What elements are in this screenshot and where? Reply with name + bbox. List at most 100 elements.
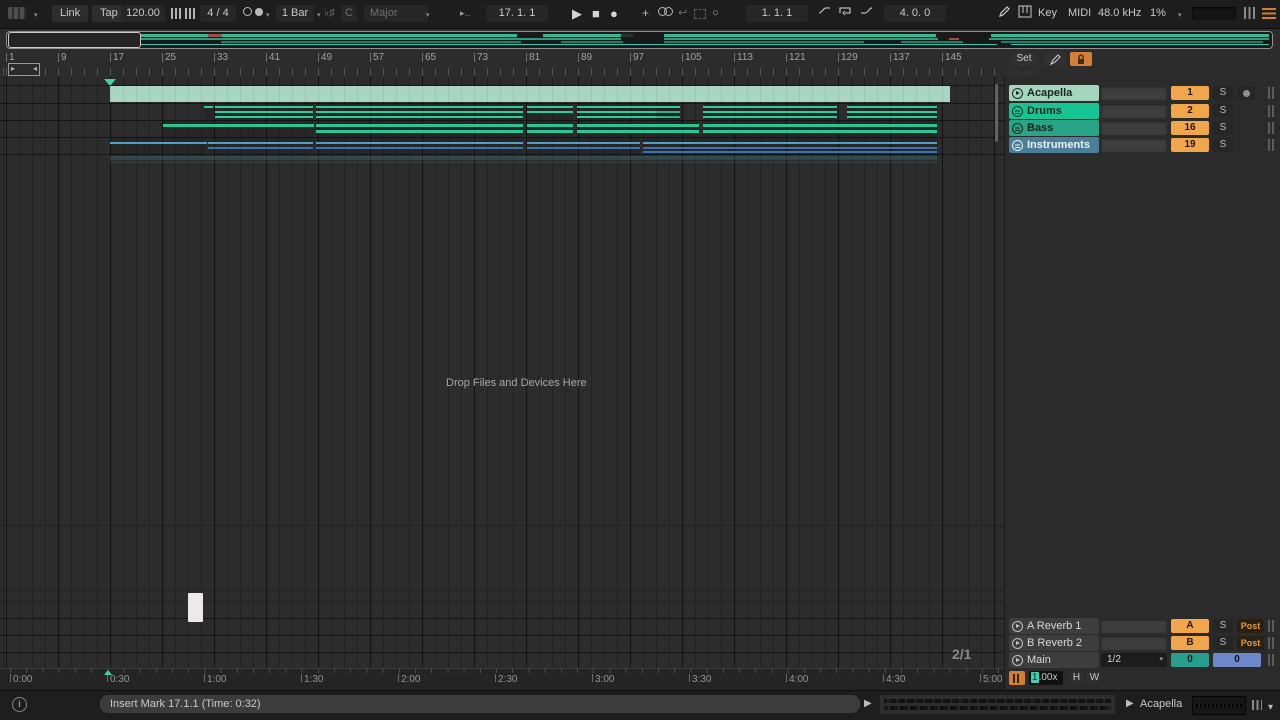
arrangement-area[interactable]: Drop Files and Devices Here 2/1 — [0, 76, 1004, 668]
marquee-select-icon[interactable] — [694, 5, 706, 22]
mixer-view-button[interactable] — [1009, 671, 1025, 685]
track-name-box[interactable]: Drums — [1009, 103, 1099, 119]
arrangement-lock-button[interactable] — [1070, 52, 1092, 66]
track-solo-button[interactable]: S — [1213, 138, 1233, 152]
scale-caret-icon[interactable]: ▾ — [426, 7, 430, 24]
track-number-badge[interactable]: 19 — [1171, 138, 1209, 152]
vertical-scrollbar[interactable] — [995, 84, 998, 142]
track-fader-box[interactable] — [1101, 121, 1167, 135]
punch-out-icon[interactable] — [860, 5, 873, 22]
clip-preview-play-icon[interactable]: ▶ — [1126, 698, 1134, 709]
track-solo-button[interactable]: S — [1213, 121, 1233, 135]
window-grip-icon[interactable] — [8, 5, 26, 22]
clip-drums[interactable] — [316, 104, 523, 120]
status-caret-icon[interactable]: ▾ — [1268, 702, 1273, 713]
track-fader-box[interactable] — [1101, 138, 1167, 152]
loop-region-icon[interactable] — [838, 5, 852, 22]
clip-instruments[interactable] — [643, 138, 937, 154]
clip-drums[interactable] — [204, 104, 213, 120]
return-badge[interactable]: A — [1171, 619, 1209, 633]
clip-acapella[interactable] — [110, 86, 950, 102]
return-fader-box[interactable] — [1101, 619, 1167, 633]
track-name-box[interactable]: Instruments — [1009, 137, 1099, 153]
draw-mode-plus-icon[interactable]: + — [642, 5, 649, 22]
loop-start-field[interactable]: 1. 1. 1 — [746, 5, 808, 22]
scale-name-menu[interactable]: Major — [364, 5, 428, 22]
back-to-arrangement-icon[interactable]: ↩ — [678, 5, 687, 22]
clip-bass[interactable] — [163, 121, 314, 137]
return-badge[interactable]: B — [1171, 636, 1209, 650]
track-solo-button[interactable]: S — [1213, 104, 1233, 118]
play-button[interactable]: ▶ — [572, 5, 582, 22]
clip-bass[interactable] — [577, 121, 699, 137]
track-number-badge[interactable]: 2 — [1171, 104, 1209, 118]
main-routing-menu[interactable]: 1/2 ▾ — [1101, 653, 1167, 667]
clip-drums[interactable] — [215, 104, 313, 120]
metronome-caret-icon[interactable]: ▾ — [266, 7, 270, 24]
cpu-load-meter[interactable]: 1% — [1150, 5, 1166, 22]
zoom-level-field[interactable]: 1.00x — [1029, 671, 1063, 685]
clip-instruments[interactable] — [208, 138, 313, 154]
track-number-badge[interactable]: 1 — [1171, 86, 1209, 100]
quantize-menu[interactable]: 1 Bar — [276, 5, 314, 22]
track-height-button[interactable]: H — [1069, 671, 1084, 685]
return-post-button[interactable]: Post — [1237, 619, 1264, 633]
scale-icon[interactable]: ♭♯ — [324, 5, 335, 22]
track-fader-box[interactable] — [1101, 86, 1167, 100]
track-width-button[interactable]: W — [1087, 671, 1102, 685]
follow-button[interactable]: ▸‥ — [460, 5, 471, 22]
return-post-button[interactable]: Post — [1237, 636, 1264, 650]
scale-root-field[interactable]: C — [341, 5, 357, 22]
track-number-badge[interactable]: 16 — [1171, 121, 1209, 135]
return-name-box[interactable]: A Reverb 1 — [1009, 618, 1099, 634]
preview-clip-thumbnail[interactable] — [1192, 696, 1246, 715]
main-level[interactable]: 0 — [1213, 653, 1261, 667]
clip-drums[interactable] — [847, 104, 937, 120]
arrangement-position-field[interactable]: 17. 1. 1 — [486, 5, 548, 22]
time-ruler[interactable]: 0:00 0:30 1:00 1:30 2:00 2:30 3:00 3:30 4:00 4:30… — [0, 668, 1004, 691]
clip-bass[interactable] — [527, 121, 573, 137]
preview-clip-name[interactable]: Acapella — [1140, 698, 1182, 710]
return-fader-box[interactable] — [1101, 636, 1167, 650]
preview-play-icon[interactable]: ▶ — [864, 698, 872, 709]
track-solo-button[interactable]: S — [1213, 86, 1233, 100]
cpu-caret-icon[interactable]: ▾ — [1178, 7, 1182, 24]
loop-brace[interactable]: ▸ ◂ — [8, 63, 40, 76]
track-fader-box[interactable] — [1101, 104, 1167, 118]
set-marker-button[interactable]: Set — [1010, 52, 1038, 66]
return-solo-button[interactable]: S — [1213, 636, 1233, 650]
clip-bass[interactable] — [703, 121, 937, 137]
key-map-button[interactable]: Key — [1038, 5, 1057, 22]
track-name-box[interactable]: Acapella — [1009, 85, 1099, 101]
nudge-down-icon[interactable] — [171, 5, 182, 22]
loop-toggle-icon[interactable]: ○ — [712, 5, 719, 22]
clip-instruments[interactable] — [527, 138, 640, 154]
arrangement-overview[interactable] — [6, 31, 1273, 49]
metronome-icon[interactable] — [243, 5, 263, 22]
link-button[interactable]: Link — [52, 5, 89, 22]
preview-waveform[interactable] — [880, 695, 1115, 714]
clip-drums[interactable] — [656, 104, 680, 120]
track-arm-button[interactable] — [1237, 86, 1255, 100]
stop-button[interactable]: ■ — [592, 5, 600, 22]
clip-drums[interactable] — [527, 104, 573, 120]
midi-map-button[interactable]: MIDI — [1068, 5, 1091, 22]
record-button[interactable]: ● — [610, 5, 618, 22]
track-name-box[interactable]: Bass — [1009, 120, 1099, 136]
beat-time-ruler[interactable]: 1 9 17 25 33 41 49 57 65 73 81 89 97 105 113 121 129 137 1… — [0, 48, 1004, 76]
window-caret-icon[interactable]: ▾ — [34, 7, 38, 24]
link-chain-icon[interactable] — [658, 5, 673, 22]
overview-view-box[interactable] — [8, 32, 141, 48]
hamburger-menu-icon[interactable] — [1262, 5, 1276, 22]
main-cue-level[interactable]: 0 — [1171, 653, 1209, 667]
tempo-field[interactable]: 120.00 — [121, 5, 165, 22]
nudge-up-icon[interactable] — [185, 5, 196, 22]
automation-draw-button[interactable] — [1044, 52, 1066, 66]
main-name-box[interactable]: Main — [1009, 652, 1099, 668]
punch-in-icon[interactable] — [818, 5, 831, 22]
clip-instruments[interactable] — [316, 138, 523, 154]
clip-bass[interactable] — [316, 121, 523, 137]
clip-drums[interactable] — [703, 104, 837, 120]
quantize-caret-icon[interactable]: ▾ — [317, 7, 321, 24]
computer-midi-keyboard-icon[interactable] — [1018, 5, 1032, 22]
